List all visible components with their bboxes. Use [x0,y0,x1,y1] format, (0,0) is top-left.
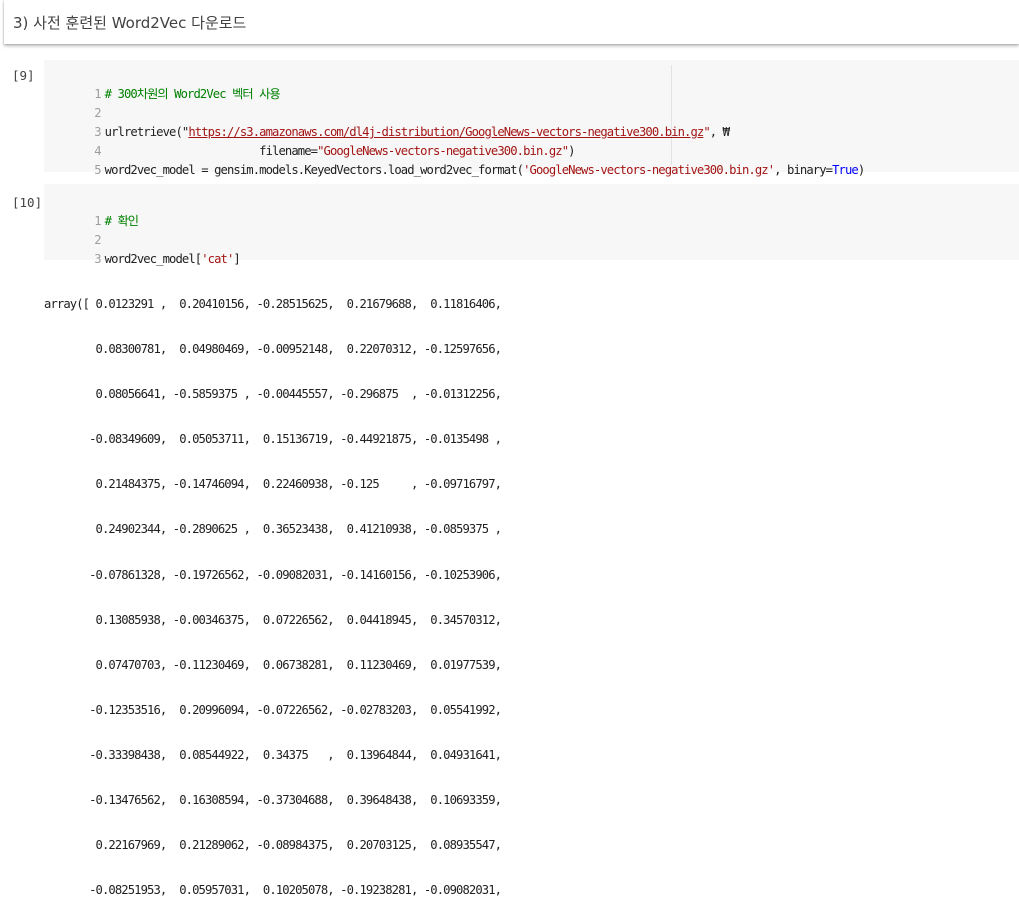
output-line: 0.13085938, -0.00346375, 0.07226562, 0.0… [44,612,502,627]
output-line: 0.21484375, -0.14746094, 0.22460938, -0.… [44,477,502,492]
output-line: -0.08349609, 0.05053711, 0.15136719, -0.… [44,432,502,447]
code-cell-10[interactable]: [10] 1 # 확인 2 3 word2vec_model['cat'] [4,184,1019,266]
output-line: -0.13476562, 0.16308594, -0.37304688, 0.… [44,793,502,808]
output-line: -0.33398438, 0.08544922, 0.34375 , 0.139… [44,747,502,762]
output-line: 0.08056641, -0.5859375 , -0.00445557, -0… [44,387,502,402]
code-editor[interactable]: 1 # 300차원의 Word2Vec 벡터 사용 2 3 urlretrieve(… [44,60,1019,177]
cell-output: array([ 0.0123291 , 0.20410156, -0.28515… [44,268,502,913]
code-line: 2 [94,106,101,120]
markdown-heading: 3) 사전 훈련된 Word2Vec 다운로드 [13,14,247,32]
code-line: 3 word2vec_model['cat'] [94,252,241,266]
code-line: 3 urlretrieve("https://s3.amazonaws.com/d… [94,125,730,139]
output-line: -0.07861328, -0.19726562, -0.09082031, -… [44,567,502,582]
code-line: 2 [94,233,101,247]
output-line: -0.08251953, 0.05957031, 0.10205078, -0.… [44,883,502,898]
code-line: 4 filename="GoogleNews-vectors-negative3… [94,144,575,158]
code-line: 5 word2vec_model = gensim.models.KeyedVec… [94,163,865,177]
code-cell-9[interactable]: [9] 1 # 300차원의 Word2Vec 벡터 사용 2 3 urlretri… [4,56,1019,177]
code-editor[interactable]: 1 # 확인 2 3 word2vec_model['cat'] [44,184,1019,266]
code-line: 1 # 300차원의 Word2Vec 벡터 사용 [94,87,281,101]
markdown-cell[interactable]: 3) 사전 훈련된 Word2Vec 다운로드 [4,0,1019,44]
output-line: array([ 0.0123291 , 0.20410156, -0.28515… [44,297,502,311]
output-line: -0.12353516, 0.20996094, -0.07226562, -0… [44,702,502,717]
output-line: 0.22167969, 0.21289062, -0.08984375, 0.2… [44,838,502,853]
output-line: 0.07470703, -0.11230469, 0.06738281, 0.1… [44,657,502,672]
code-line: 1 # 확인 [94,214,139,228]
output-line: 0.08300781, 0.04980469, -0.00952148, 0.2… [44,342,502,357]
output-line: 0.24902344, -0.2890625 , 0.36523438, 0.4… [44,522,502,537]
